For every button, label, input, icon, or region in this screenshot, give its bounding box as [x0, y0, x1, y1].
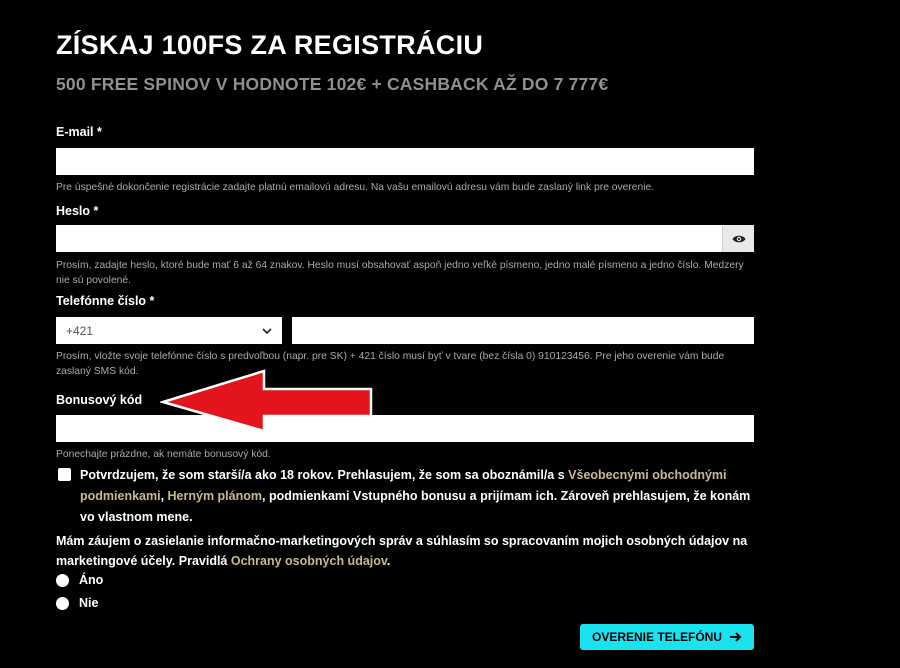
terms-checkbox[interactable] [58, 468, 71, 481]
chevron-down-icon [262, 327, 272, 334]
phone-prefix-value: +421 [66, 323, 94, 338]
radio-yes-label: Áno [79, 573, 104, 587]
red-arrow-annotation [160, 369, 373, 433]
privacy-policy-link[interactable]: Ochrany osobných údajov [231, 554, 387, 568]
page-title: ZÍSKAJ 100FS ZA REGISTRÁCIU [56, 30, 484, 60]
marketing-yes-option[interactable]: Áno [56, 573, 103, 587]
radio-no[interactable] [56, 596, 69, 610]
marketing-consent-text: Mám záujem o zasielanie informačno-marke… [56, 534, 748, 568]
game-plan-link[interactable]: Herným plánom [168, 489, 262, 503]
phone-label: Telefónne číslo * [56, 294, 155, 308]
email-field[interactable] [56, 148, 754, 175]
email-label: E-mail * [56, 125, 102, 139]
radio-no-label: Nie [79, 596, 99, 610]
phone-prefix-select[interactable]: +421 [56, 317, 282, 344]
bonus-help: Ponechajte prázdne, ak nemáte bonusový k… [56, 449, 271, 460]
password-help: Prosím, zadajte heslo, ktoré bude mať 6 … [56, 260, 744, 286]
password-label: Heslo * [56, 204, 99, 218]
arrow-right-icon [730, 632, 742, 642]
show-password-button[interactable] [722, 225, 754, 252]
phone-number-field[interactable] [292, 317, 754, 344]
verify-phone-button[interactable]: OVERENIE TELEFÓNU [580, 624, 754, 650]
marketing-no-option[interactable]: Nie [56, 596, 98, 610]
terms-text: Potvrdzujem, že som starší/a ako 18 roko… [80, 468, 751, 524]
password-field[interactable] [56, 225, 754, 252]
email-help: Pre úspešné dokončenie registrácie zadaj… [56, 182, 655, 193]
bonus-code-label: Bonusový kód [56, 393, 143, 407]
page-subtitle: 500 FREE SPINOV V HODNOTE 102€ + CASHBAC… [56, 74, 609, 94]
radio-yes[interactable] [56, 573, 69, 587]
eye-icon [732, 235, 745, 242]
verify-phone-label: OVERENIE TELEFÓNU [591, 630, 722, 644]
